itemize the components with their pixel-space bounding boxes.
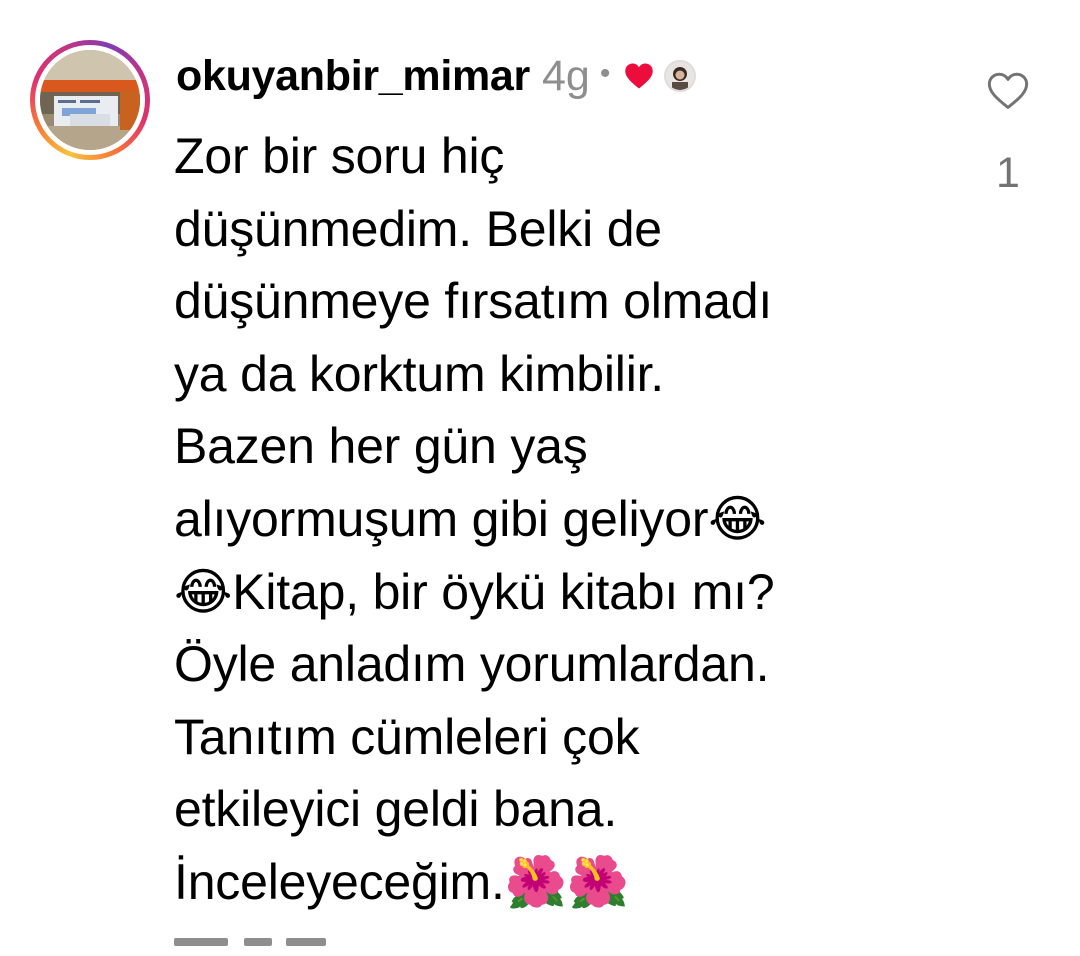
comment-line: Öyle anladım yorumlardan.: [174, 636, 770, 693]
comment-line: Bazen her gün yaş: [174, 418, 588, 475]
comment-header: okuyanbir_mimar 4g •: [176, 48, 697, 104]
separator-dot: •: [599, 57, 611, 90]
comment-line: düşünmedim. Belki de: [174, 200, 662, 257]
like-count[interactable]: 1: [980, 149, 1036, 198]
commenter-avatar[interactable]: [30, 40, 150, 160]
comment-line: alıyormuşum gibi geliyor😂: [174, 490, 767, 547]
timestamp[interactable]: 4g: [542, 52, 590, 101]
comment-line: etkileyici geldi bana.: [174, 781, 618, 838]
comment-line: 😂Kitap, bir öykü kitabı mı?: [174, 563, 775, 620]
comment-line: düşünmeye fırsatım olmadı: [174, 273, 773, 330]
red-heart-icon: [624, 62, 654, 90]
like-column: 1: [980, 72, 1036, 198]
comment-line: Tanıtım cümleleri çok: [174, 708, 640, 765]
author-avatar: [664, 60, 697, 92]
username[interactable]: okuyanbir_mimar: [176, 52, 530, 101]
comment-line: ya da korktum kimbilir.: [174, 345, 664, 402]
next-line-cutoff: [174, 938, 334, 956]
comment-line: İnceleyeceğim.🌺🌺: [174, 853, 629, 910]
comment-text: Zor bir soru hiç düşünmedim. Belki de dü…: [174, 120, 954, 919]
avatar-image: [40, 50, 140, 150]
comment-line: Zor bir soru hiç: [174, 128, 505, 184]
heart-outline-icon[interactable]: [980, 72, 1036, 115]
